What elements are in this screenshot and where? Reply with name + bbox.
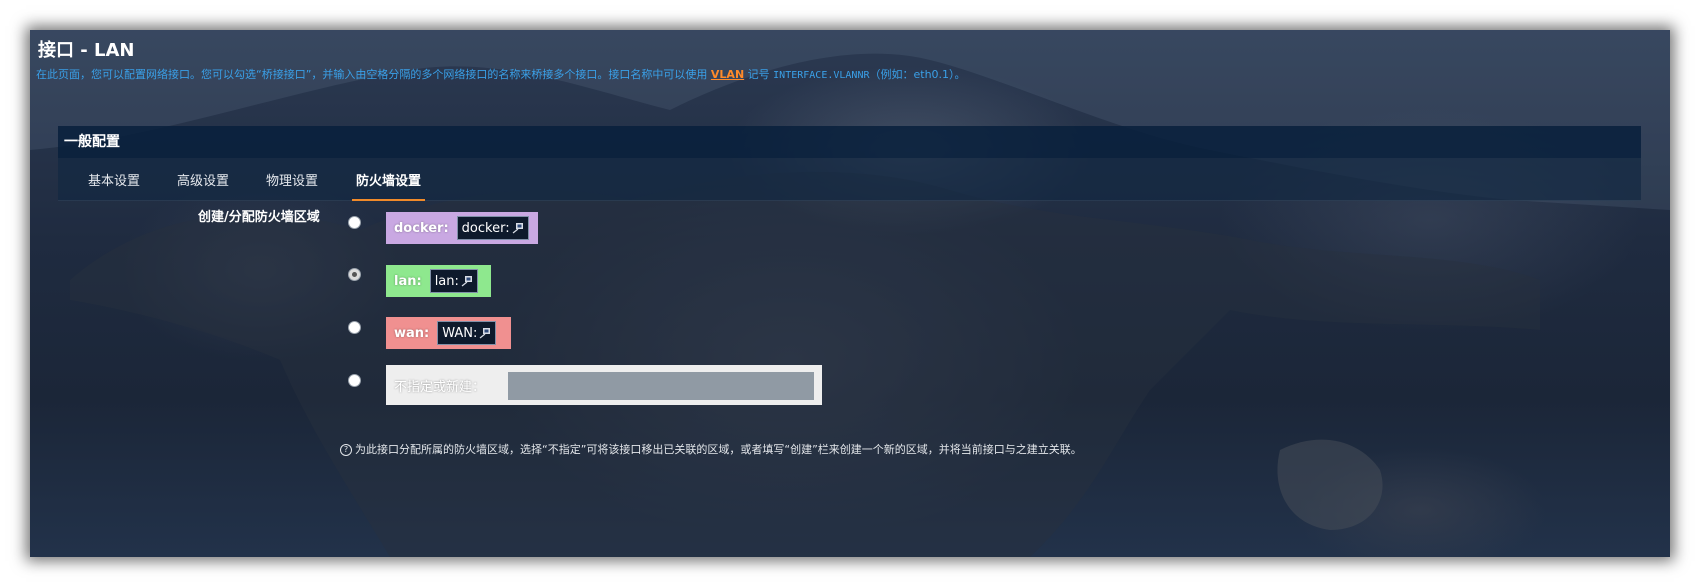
- description-suffix: （例如：eth0.1）。: [869, 68, 966, 81]
- zone-new-row: 不指定或新建：: [386, 365, 822, 405]
- page-description: 在此页面，您可以配置网络接口。您可以勾选“桥接接口”，并输入由空格分隔的多个网络…: [36, 66, 966, 82]
- zone-wan-chip-label: WAN:: [442, 325, 478, 341]
- tab-basic[interactable]: 基本设置: [88, 170, 140, 199]
- firewall-zone-label: 创建/分配防火墙区域: [198, 210, 320, 225]
- tab-bar: 基本设置 高级设置 物理设置 防火墙设置: [58, 158, 1641, 201]
- page-title: 接口 - LAN: [38, 40, 135, 61]
- zone-wan-name: wan:: [394, 325, 430, 341]
- zone-lan-chip: lan:: [429, 269, 478, 293]
- zone-lan-radio[interactable]: [348, 268, 361, 281]
- question-circle-icon: ?: [340, 444, 352, 456]
- help-text-content: 为此接口分配所属的防火墙区域，选择“不指定”可将该接口移出已关联的区域，或者填写…: [355, 443, 1082, 456]
- zone-lan-chip-label: lan:: [434, 273, 459, 289]
- network-icon: [480, 328, 491, 339]
- section-header: 一般配置: [58, 126, 1641, 158]
- zone-wan-chip: WAN:: [437, 321, 497, 345]
- zone-new-radio[interactable]: [348, 374, 361, 387]
- luci-window: 接口 - LAN 在此页面，您可以配置网络接口。您可以勾选“桥接接口”，并输入由…: [30, 30, 1670, 557]
- zone-lan-name: lan:: [394, 273, 422, 289]
- help-text: ? 为此接口分配所属的防火墙区域，选择“不指定”可将该接口移出已关联的区域，或者填…: [340, 441, 1082, 457]
- zone-docker-chip: docker:: [456, 216, 529, 240]
- vlan-link[interactable]: VLAN: [711, 68, 744, 81]
- zone-wan-badge: wan: WAN:: [386, 317, 511, 349]
- description-mid: 记号: [747, 68, 770, 81]
- zone-docker-radio[interactable]: [348, 216, 361, 229]
- tab-physical[interactable]: 物理设置: [266, 170, 318, 199]
- description-text: 在此页面，您可以配置网络接口。您可以勾选“桥接接口”，并输入由空格分隔的多个网络…: [36, 68, 708, 81]
- tab-firewall[interactable]: 防火墙设置: [352, 170, 426, 201]
- description-code: INTERFACE.VLANNR: [773, 70, 870, 81]
- zone-new-input[interactable]: [508, 372, 814, 400]
- network-icon: [512, 223, 523, 234]
- tab-advanced[interactable]: 高级设置: [177, 170, 229, 199]
- zone-docker-badge: docker: docker:: [386, 212, 538, 244]
- zone-lan-badge: lan: lan:: [386, 265, 491, 297]
- zone-new-label: 不指定或新建：: [394, 379, 486, 395]
- zone-wan-radio[interactable]: [348, 321, 361, 334]
- zone-docker-name: docker:: [394, 220, 449, 236]
- zone-docker-chip-label: docker:: [461, 220, 510, 236]
- network-icon: [461, 276, 472, 287]
- background-landscape: [30, 30, 1670, 557]
